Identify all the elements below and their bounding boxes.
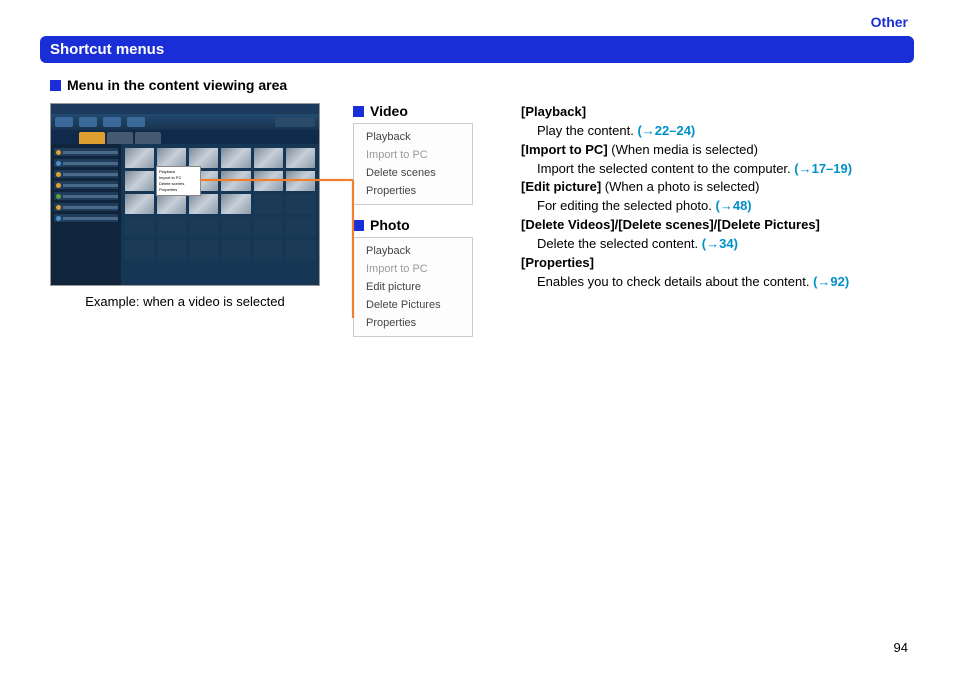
menu-item-playback[interactable]: Playback (354, 242, 472, 260)
page-ref-link[interactable]: (→17–19) (794, 161, 852, 176)
desc-term: [Import to PC] (521, 142, 608, 157)
page-number: 94 (894, 640, 908, 655)
menu-item-delete-scenes[interactable]: Delete scenes (354, 164, 472, 182)
category-label: Other (871, 14, 908, 30)
description-import: [Import to PC] (When media is selected) … (521, 141, 914, 179)
section-heading: Menu in the content viewing area (50, 77, 914, 93)
context-menu-popup: Playback Import to PC Delete scenes Prop… (156, 166, 201, 196)
desc-note: (When media is selected) (608, 142, 758, 157)
video-menu-block: Video Playback Import to PC Delete scene… (353, 103, 503, 205)
bullet-icon (353, 220, 364, 231)
menu-item-edit-picture[interactable]: Edit picture (354, 278, 472, 296)
desc-note: (When a photo is selected) (601, 179, 759, 194)
menu-item-properties[interactable]: Properties (354, 314, 472, 332)
video-shortcut-menu: Playback Import to PC Delete scenes Prop… (353, 123, 473, 205)
photo-shortcut-menu: Playback Import to PC Edit picture Delet… (353, 237, 473, 337)
descriptions-column: [Playback] Play the content. (→22–24) [I… (521, 103, 914, 337)
page-ref-link[interactable]: (→48) (716, 198, 752, 213)
menu-item-import[interactable]: Import to PC (354, 260, 472, 278)
desc-body: Import the selected content to the compu… (537, 161, 794, 176)
photo-menu-block: Photo Playback Import to PC Edit picture… (353, 217, 503, 337)
desc-term: [Delete Videos]/[Delete scenes]/[Delete … (521, 217, 820, 232)
video-menu-heading: Video (353, 103, 503, 119)
desc-term: [Properties] (521, 255, 594, 270)
menu-samples-column: Video Playback Import to PC Delete scene… (353, 103, 503, 337)
desc-term: [Playback] (521, 104, 586, 119)
description-edit-picture: [Edit picture] (When a photo is selected… (521, 178, 914, 216)
photo-menu-heading: Photo (353, 217, 503, 233)
desc-body: Play the content. (537, 123, 637, 138)
app-screenshot: Playback Import to PC Delete scenes Prop… (50, 103, 320, 286)
page-ref-link[interactable]: (→22–24) (637, 123, 695, 138)
bullet-icon (50, 80, 61, 91)
menu-item-playback[interactable]: Playback (354, 128, 472, 146)
description-playback: [Playback] Play the content. (→22–24) (521, 103, 914, 141)
menu-item-properties[interactable]: Properties (354, 182, 472, 200)
desc-body: Delete the selected content. (537, 236, 702, 251)
video-menu-label: Video (370, 103, 408, 119)
desc-body: For editing the selected photo. (537, 198, 716, 213)
desc-body: Enables you to check details about the c… (537, 274, 813, 289)
desc-term: [Edit picture] (521, 179, 601, 194)
menu-item-delete-pictures[interactable]: Delete Pictures (354, 296, 472, 314)
page-ref-link[interactable]: (→34) (702, 236, 738, 251)
example-screenshot-column: Playback Import to PC Delete scenes Prop… (50, 103, 335, 337)
description-properties: [Properties] Enables you to check detail… (521, 254, 914, 292)
popup-item: Properties (159, 187, 198, 193)
page-title: Shortcut menus (40, 36, 914, 63)
section-heading-text: Menu in the content viewing area (67, 77, 287, 93)
description-delete: [Delete Videos]/[Delete scenes]/[Delete … (521, 216, 914, 254)
photo-menu-label: Photo (370, 217, 410, 233)
bullet-icon (353, 106, 364, 117)
menu-item-import[interactable]: Import to PC (354, 146, 472, 164)
page-ref-link[interactable]: (→92) (813, 274, 849, 289)
screenshot-caption: Example: when a video is selected (50, 294, 320, 309)
